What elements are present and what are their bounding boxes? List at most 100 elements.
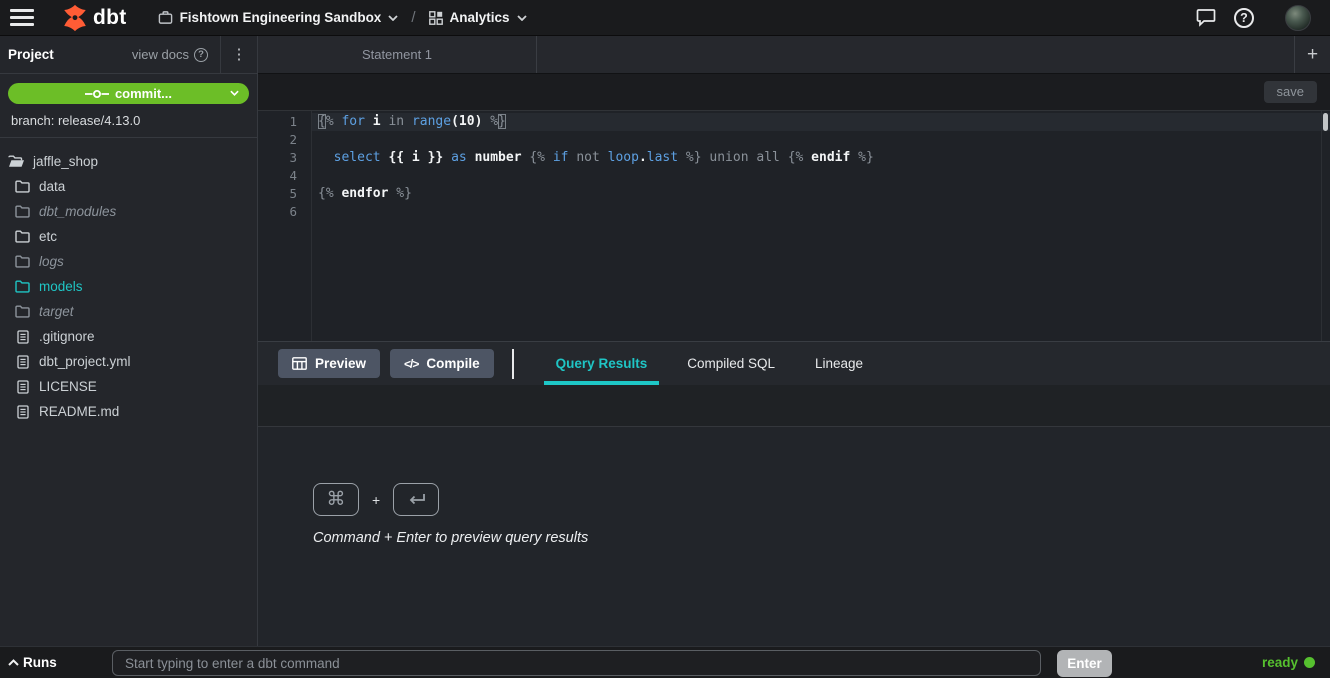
code-token xyxy=(443,150,451,165)
runs-label: Runs xyxy=(23,655,57,670)
editor-code-area[interactable]: {% for i in range(10) %} select {{ i }} … xyxy=(312,111,1330,341)
divider xyxy=(0,137,257,138)
code-token: {% xyxy=(318,186,334,201)
results-toolbar: Preview </> Compile Query Results Compile… xyxy=(258,341,1330,385)
dbt-logo-icon xyxy=(60,3,90,33)
tree-item-etc[interactable]: etc xyxy=(0,224,257,249)
code-line[interactable] xyxy=(312,203,1330,221)
code-token: %} xyxy=(396,186,412,201)
dbt-command-input[interactable] xyxy=(112,650,1041,676)
branch-label: branch: release/4.13.0 xyxy=(11,113,249,128)
account-picker[interactable]: Fishtown Engineering Sandbox xyxy=(158,10,399,25)
file-icon xyxy=(14,405,31,419)
tree-item-label: logs xyxy=(39,254,64,269)
code-token: } xyxy=(498,114,506,129)
save-button[interactable]: save xyxy=(1264,81,1317,103)
code-editor[interactable]: 123456 {% for i in range(10) %} select {… xyxy=(258,111,1330,341)
view-docs-link[interactable]: view docs ? xyxy=(132,47,208,62)
account-name: Fishtown Engineering Sandbox xyxy=(180,10,382,25)
tree-item-data[interactable]: data xyxy=(0,174,257,199)
code-token xyxy=(318,150,334,165)
folder-icon xyxy=(14,180,31,193)
tree-item-license[interactable]: LICENSE xyxy=(0,374,257,399)
sidebar-title: Project xyxy=(8,47,54,62)
hamburger-menu-icon[interactable] xyxy=(10,9,34,26)
code-line[interactable]: select {{ i }} as number {% if not loop.… xyxy=(312,149,1330,167)
code-token: in xyxy=(388,114,404,129)
runs-toggle[interactable]: Runs xyxy=(8,647,57,678)
tab-label: Lineage xyxy=(815,356,863,371)
code-token: number xyxy=(475,150,522,165)
help-button[interactable]: ? xyxy=(1234,8,1254,28)
preview-button[interactable]: Preview xyxy=(278,349,380,378)
compile-button[interactable]: </> Compile xyxy=(390,349,494,378)
project-picker[interactable]: Analytics xyxy=(429,10,527,25)
tree-item-readme-md[interactable]: README.md xyxy=(0,399,257,424)
tab-lineage[interactable]: Lineage xyxy=(803,342,875,385)
line-number: 5 xyxy=(258,185,311,203)
folder-icon xyxy=(14,305,31,318)
tree-item-target[interactable]: target xyxy=(0,299,257,324)
enter-button[interactable]: Enter xyxy=(1057,650,1112,677)
editor-gutter: 123456 xyxy=(258,111,312,341)
tab-compiled-sql[interactable]: Compiled SQL xyxy=(675,342,787,385)
new-tab-button[interactable]: + xyxy=(1294,36,1330,73)
user-avatar[interactable] xyxy=(1285,5,1311,31)
tree-item-label: data xyxy=(39,179,65,194)
results-empty-state: ⌘ + Command + Enter to preview query res… xyxy=(313,483,588,546)
tab-query-results[interactable]: Query Results xyxy=(544,342,660,385)
chevron-down-icon xyxy=(517,15,527,21)
code-token xyxy=(365,114,373,129)
tree-item-dbt-modules[interactable]: dbt_modules xyxy=(0,199,257,224)
git-commit-icon xyxy=(85,89,109,99)
code-token: not xyxy=(576,150,599,165)
code-token: 10 xyxy=(459,114,475,129)
commit-button[interactable]: commit... xyxy=(8,83,249,104)
sidebar-header: Project view docs ? ⋮ xyxy=(0,36,257,74)
tree-item-models[interactable]: models xyxy=(0,274,257,299)
tree-item--gitignore[interactable]: .gitignore xyxy=(0,324,257,349)
tree-item-label: models xyxy=(39,279,83,294)
folder-icon xyxy=(14,255,31,268)
tree-item-dbt-project-yml[interactable]: dbt_project.yml xyxy=(0,349,257,374)
editor-scrollbar[interactable] xyxy=(1323,113,1328,131)
code-line[interactable] xyxy=(312,131,1330,149)
main-area: Statement 1 + save 123456 {% for i in ra… xyxy=(258,36,1330,646)
code-token: {% xyxy=(529,150,545,165)
enter-key xyxy=(393,483,439,516)
sidebar-kebab-menu[interactable]: ⋮ xyxy=(221,47,257,62)
tree-item-label: README.md xyxy=(39,404,119,419)
code-line[interactable] xyxy=(312,167,1330,185)
code-token: %} xyxy=(858,150,874,165)
code-token: {% xyxy=(788,150,804,165)
question-circle-icon: ? xyxy=(194,48,208,62)
tab-statement-1[interactable]: Statement 1 xyxy=(258,36,537,73)
briefcase-icon xyxy=(158,10,173,25)
dbt-logo[interactable]: dbt xyxy=(60,3,127,33)
tree-item-label: .gitignore xyxy=(39,329,95,344)
code-token: endfor xyxy=(341,186,388,201)
line-number: 6 xyxy=(258,203,311,221)
results-tabs: Query Results Compiled SQL Lineage xyxy=(544,342,875,385)
tree-item-logs[interactable]: logs xyxy=(0,249,257,274)
tree-item-label: dbt_modules xyxy=(39,204,116,219)
line-number: 1 xyxy=(258,113,311,131)
folder-icon xyxy=(14,230,31,243)
code-line[interactable]: {% endfor %} xyxy=(312,185,1330,203)
results-body: ⌘ + Command + Enter to preview query res… xyxy=(258,427,1330,646)
chevron-up-icon xyxy=(8,659,19,666)
code-line[interactable]: {% for i in range(10) %} xyxy=(312,113,1330,131)
line-number: 3 xyxy=(258,149,311,167)
plus-separator: + xyxy=(372,492,380,508)
code-token: {{ i }} xyxy=(388,150,443,165)
line-number: 2 xyxy=(258,131,311,149)
code-token: for xyxy=(341,114,364,129)
tab-label: Compiled SQL xyxy=(687,356,775,371)
code-token xyxy=(545,150,553,165)
command-key: ⌘ xyxy=(313,483,359,516)
return-arrow-icon xyxy=(405,492,427,508)
tree-item-jaffle-shop[interactable]: jaffle_shop xyxy=(0,149,257,174)
feedback-chat-button[interactable] xyxy=(1196,8,1216,27)
tab-label: Query Results xyxy=(556,356,648,371)
view-docs-label: view docs xyxy=(132,47,189,62)
